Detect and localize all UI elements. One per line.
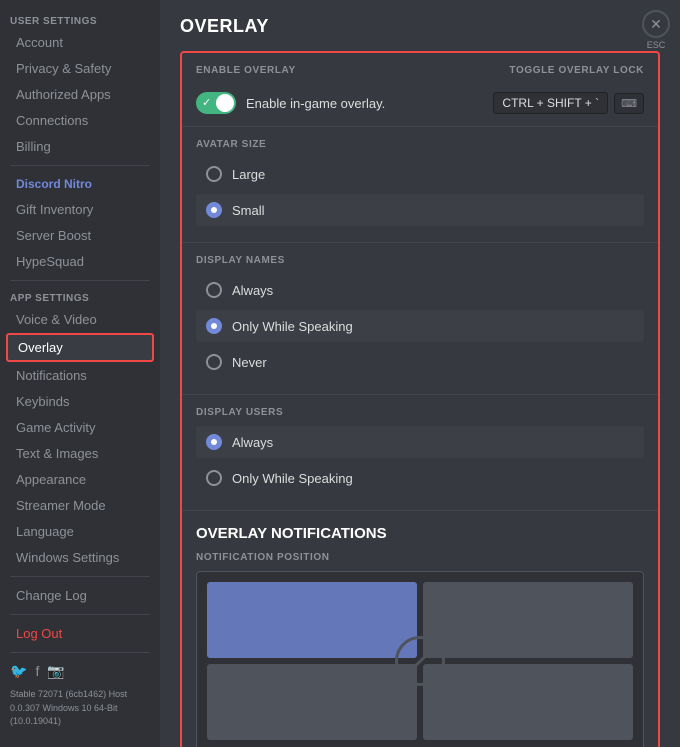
version-info: Stable 72071 (6cb1462) Host 0.0.307 Wind… <box>0 684 160 733</box>
keybind-box: CTRL + SHIFT + ` ⌨ <box>493 92 644 114</box>
position-grid <box>196 571 644 747</box>
close-button[interactable]: ✕ <box>642 10 670 38</box>
keyboard-icon[interactable]: ⌨ <box>614 93 644 114</box>
page-title: OVERLAY <box>180 16 660 37</box>
display-names-speaking-label: Only While Speaking <box>232 319 353 334</box>
facebook-icon[interactable]: f <box>35 663 39 680</box>
enable-overlay-text: Enable in-game overlay. <box>246 96 385 111</box>
sidebar-item-windows-settings[interactable]: Windows Settings <box>6 545 154 570</box>
twitter-icon[interactable]: 🐦 <box>10 663 27 680</box>
divider-1 <box>10 165 150 166</box>
sidebar-item-game-activity[interactable]: Game Activity <box>6 415 154 440</box>
position-bottom-right[interactable] <box>423 664 633 740</box>
display-names-always-label: Always <box>232 283 273 298</box>
instagram-icon[interactable]: 📷 <box>47 663 64 680</box>
avatar-size-section: AVATAR SIZE Large Small <box>182 127 658 243</box>
enable-overlay-section: ENABLE OVERLAY TOGGLE OVERLAY LOCK ✓ Ena… <box>182 53 658 127</box>
overlay-settings-box: ENABLE OVERLAY TOGGLE OVERLAY LOCK ✓ Ena… <box>180 51 660 747</box>
position-top-left[interactable] <box>207 582 417 658</box>
display-users-speaking-label: Only While Speaking <box>232 471 353 486</box>
display-names-label: DISPLAY NAMES <box>196 255 644 266</box>
display-users-speaking-radio[interactable] <box>206 470 222 486</box>
overlay-notifications-section: OVERLAY NOTIFICATIONS NOTIFICATION POSIT… <box>182 511 658 747</box>
esc-label: ESC <box>647 40 666 50</box>
sidebar-item-streamer-mode[interactable]: Streamer Mode <box>6 493 154 518</box>
avatar-large-radio[interactable] <box>206 166 222 182</box>
divider-4 <box>10 614 150 615</box>
divider-2 <box>10 280 150 281</box>
display-users-label: DISPLAY USERS <box>196 407 644 418</box>
avatar-small-label: Small <box>232 203 265 218</box>
no-symbol-icon <box>395 636 445 686</box>
display-names-section: DISPLAY NAMES Always Only While Speaking… <box>182 243 658 395</box>
toggle-overlay-lock-label: TOGGLE OVERLAY LOCK <box>509 65 644 76</box>
app-settings-label: APP SETTINGS <box>0 287 160 306</box>
avatar-size-label: AVATAR SIZE <box>196 139 644 150</box>
sidebar: USER SETTINGS Account Privacy & Safety A… <box>0 0 160 747</box>
close-button-wrap[interactable]: ✕ ESC <box>642 10 670 50</box>
sidebar-item-change-log[interactable]: Change Log <box>6 583 154 608</box>
sidebar-item-overlay[interactable]: Overlay <box>6 333 154 362</box>
sidebar-item-authorized-apps[interactable]: Authorized Apps <box>6 82 154 107</box>
divider-5 <box>10 652 150 653</box>
position-bottom-left[interactable] <box>207 664 417 740</box>
sidebar-item-appearance[interactable]: Appearance <box>6 467 154 492</box>
notification-position-label: NOTIFICATION POSITION <box>182 548 658 571</box>
enable-overlay-toggle[interactable]: ✓ <box>196 92 236 114</box>
avatar-small-option[interactable]: Small <box>196 194 644 226</box>
display-names-never-option[interactable]: Never <box>196 346 644 378</box>
sidebar-item-notifications[interactable]: Notifications <box>6 363 154 388</box>
discord-nitro-header: Discord Nitro <box>6 172 154 196</box>
main-content: OVERLAY ENABLE OVERLAY TOGGLE OVERLAY LO… <box>160 0 680 747</box>
sidebar-item-connections[interactable]: Connections <box>6 108 154 133</box>
user-settings-label: USER SETTINGS <box>0 10 160 29</box>
display-names-never-radio[interactable] <box>206 354 222 370</box>
sidebar-item-privacy-safety[interactable]: Privacy & Safety <box>6 56 154 81</box>
social-icons: 🐦 f 📷 <box>0 659 160 684</box>
sidebar-item-gift-inventory[interactable]: Gift Inventory <box>6 197 154 222</box>
overlay-notif-title: OVERLAY NOTIFICATIONS <box>182 511 658 548</box>
display-users-always-option[interactable]: Always <box>196 426 644 458</box>
sidebar-item-server-boost[interactable]: Server Boost <box>6 223 154 248</box>
sidebar-item-voice-video[interactable]: Voice & Video <box>6 307 154 332</box>
sidebar-item-hypesquad[interactable]: HypeSquad <box>6 249 154 274</box>
sidebar-item-language[interactable]: Language <box>6 519 154 544</box>
display-names-speaking-radio[interactable] <box>206 318 222 334</box>
avatar-large-label: Large <box>232 167 265 182</box>
display-names-never-label: Never <box>232 355 267 370</box>
display-names-always-option[interactable]: Always <box>196 274 644 306</box>
display-users-speaking-option[interactable]: Only While Speaking <box>196 462 644 494</box>
enable-overlay-label: ENABLE OVERLAY <box>196 65 296 76</box>
avatar-small-radio[interactable] <box>206 202 222 218</box>
display-users-section: DISPLAY USERS Always Only While Speaking <box>182 395 658 511</box>
display-names-always-radio[interactable] <box>206 282 222 298</box>
check-icon: ✓ <box>202 96 211 109</box>
sidebar-item-keybinds[interactable]: Keybinds <box>6 389 154 414</box>
keybind-text: CTRL + SHIFT + ` <box>493 92 608 114</box>
display-users-always-radio[interactable] <box>206 434 222 450</box>
display-users-always-label: Always <box>232 435 273 450</box>
sidebar-item-log-out[interactable]: Log Out <box>6 621 154 646</box>
sidebar-item-billing[interactable]: Billing <box>6 134 154 159</box>
position-top-right[interactable] <box>423 582 633 658</box>
avatar-large-option[interactable]: Large <box>196 158 644 190</box>
sidebar-item-account[interactable]: Account <box>6 30 154 55</box>
close-icon: ✕ <box>650 16 662 33</box>
display-names-speaking-option[interactable]: Only While Speaking <box>196 310 644 342</box>
divider-3 <box>10 576 150 577</box>
sidebar-item-text-images[interactable]: Text & Images <box>6 441 154 466</box>
